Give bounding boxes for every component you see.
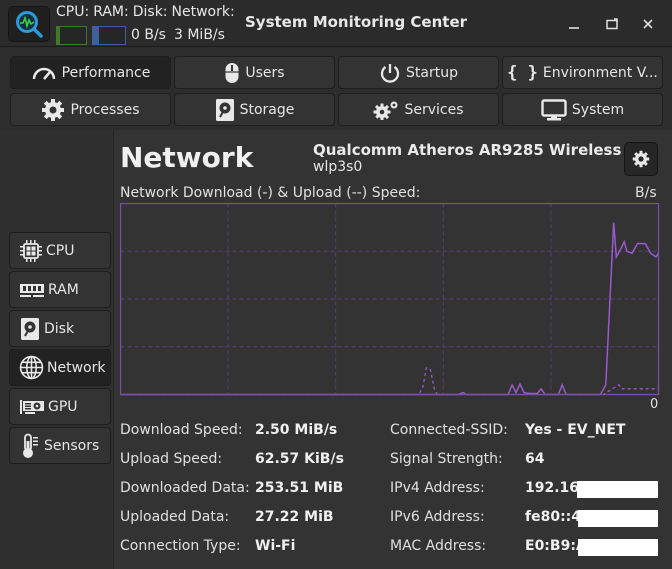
- device-name: Qualcomm Atheros AR9285 Wireless N...: [313, 141, 657, 159]
- info-label: Connected-SSID:: [390, 422, 508, 438]
- tab-storage[interactable]: Storage: [174, 93, 335, 126]
- title-bar: CPU: RAM: Disk: Network: 0 B/s 3 MiB/s Syst…: [0, 0, 672, 47]
- info-value: 253.51 MiB: [255, 480, 344, 496]
- window-title: System Monitoring Center: [245, 13, 468, 31]
- gear-icon: [42, 98, 65, 121]
- network-speed-value: 3 MiB/s: [174, 27, 225, 43]
- tab-startup[interactable]: Startup: [338, 56, 499, 89]
- info-value: Wi-Fi: [255, 538, 296, 554]
- minimize-icon: [569, 27, 579, 29]
- tab-label: Processes: [70, 101, 140, 118]
- hard-disk-icon: [215, 98, 234, 121]
- page-title: Network: [120, 141, 254, 174]
- ram-usage-fill: [93, 27, 100, 44]
- sidebar-item-disk[interactable]: Disk: [9, 310, 111, 347]
- chart-y-zero-label: 0: [650, 397, 659, 412]
- cpu-usage-fill: [57, 27, 60, 44]
- tab-system[interactable]: System: [502, 93, 663, 126]
- sidebar-item-gpu[interactable]: GPU: [9, 388, 111, 425]
- info-label: Signal Strength:: [390, 451, 503, 467]
- sidebar-item-label: CPU: [46, 242, 75, 259]
- sidebar-item-label: Sensors: [44, 437, 100, 454]
- chart-title: Network Download (-) & Upload (--) Speed…: [120, 185, 421, 201]
- close-button[interactable]: [636, 12, 660, 36]
- tab-label: Services: [404, 101, 464, 118]
- globe-icon: [19, 355, 44, 380]
- sidebar-item-sensors[interactable]: Sensors: [9, 427, 111, 464]
- tab-users[interactable]: Users: [174, 56, 335, 89]
- tab-label: System: [571, 101, 625, 118]
- download-speed-line: [120, 222, 660, 396]
- sidebar-item-label: GPU: [48, 398, 78, 415]
- tab-label: Performance: [61, 64, 151, 81]
- monitor-icon: [541, 98, 567, 120]
- minimize-button[interactable]: [562, 12, 586, 36]
- info-label: IPv6 Address:: [390, 509, 485, 525]
- ram-label: RAM:: [93, 4, 129, 20]
- tab-label: Storage: [239, 101, 295, 118]
- redaction-box: [578, 539, 658, 556]
- info-label: IPv4 Address:: [390, 480, 485, 496]
- tab-label: Users: [245, 64, 285, 81]
- network-speed-chart: [120, 203, 660, 396]
- hard-disk-icon: [21, 317, 39, 340]
- settings-button[interactable]: [624, 142, 658, 176]
- info-label: Downloaded Data:: [120, 480, 250, 496]
- info-value: 192.16: [525, 480, 580, 496]
- sidebar-item-ram[interactable]: RAM: [9, 271, 111, 308]
- ram-usage-bar: [92, 26, 126, 45]
- chart-grid: [120, 203, 659, 395]
- speedometer-icon: [32, 67, 55, 80]
- info-value: 62.57 KiB/s: [255, 451, 344, 467]
- sidebar-item-label: RAM: [48, 281, 79, 298]
- sidebar-item-label: Disk: [44, 320, 75, 337]
- gears-icon: [373, 101, 398, 120]
- ram-module-icon: [20, 283, 44, 297]
- cpu-chip-icon: [20, 239, 42, 262]
- thermometer-icon: [23, 433, 38, 458]
- tab-environment-variables[interactable]: { } Environment V...: [502, 56, 663, 89]
- info-label: Connection Type:: [120, 538, 241, 554]
- mouse-icon: [225, 62, 239, 83]
- maximize-button[interactable]: [600, 12, 624, 36]
- network-label: Network:: [171, 4, 235, 20]
- info-value: 2.50 MiB/s: [255, 422, 338, 438]
- graphics-card-icon: [20, 399, 44, 414]
- redaction-box: [578, 510, 658, 527]
- system-monitor-magnifier-icon: [16, 11, 43, 38]
- chart-unit-label: B/s: [635, 185, 657, 201]
- info-value: 27.22 MiB: [255, 509, 334, 525]
- tab-label: Startup: [406, 64, 458, 81]
- maximize-icon: [606, 18, 618, 30]
- info-label: Upload Speed:: [120, 451, 223, 467]
- tab-processes[interactable]: Processes: [10, 93, 171, 126]
- app-icon-button[interactable]: [8, 6, 50, 42]
- disk-speed-value: 0 B/s: [131, 27, 166, 43]
- info-label: Uploaded Data:: [120, 509, 230, 525]
- gear-icon: [632, 150, 650, 168]
- summary-labels: CPU: RAM: Disk: Network:: [56, 4, 239, 20]
- power-icon: [380, 63, 400, 83]
- info-label: MAC Address:: [390, 538, 487, 554]
- braces-icon: { }: [507, 62, 538, 83]
- redaction-box: [577, 481, 658, 498]
- tab-services[interactable]: Services: [338, 93, 499, 126]
- info-value: 64: [525, 451, 545, 467]
- upload-speed-line: [120, 366, 659, 396]
- sidebar-item-cpu[interactable]: CPU: [9, 232, 111, 269]
- info-value: fe80::4: [525, 509, 582, 525]
- sidebar-item-network[interactable]: Network: [9, 349, 111, 386]
- close-icon: [643, 19, 653, 29]
- tab-label: Environment V...: [542, 64, 658, 81]
- sidebar-item-label: Network: [47, 359, 106, 376]
- disk-label: Disk:: [132, 4, 168, 20]
- info-value: Yes - EV_NET: [525, 422, 626, 438]
- cpu-usage-bar: [56, 26, 87, 45]
- tab-performance[interactable]: Performance: [10, 56, 171, 89]
- interface-name: wlp3s0: [313, 159, 363, 175]
- info-label: Download Speed:: [120, 422, 243, 438]
- cpu-label: CPU:: [56, 4, 90, 20]
